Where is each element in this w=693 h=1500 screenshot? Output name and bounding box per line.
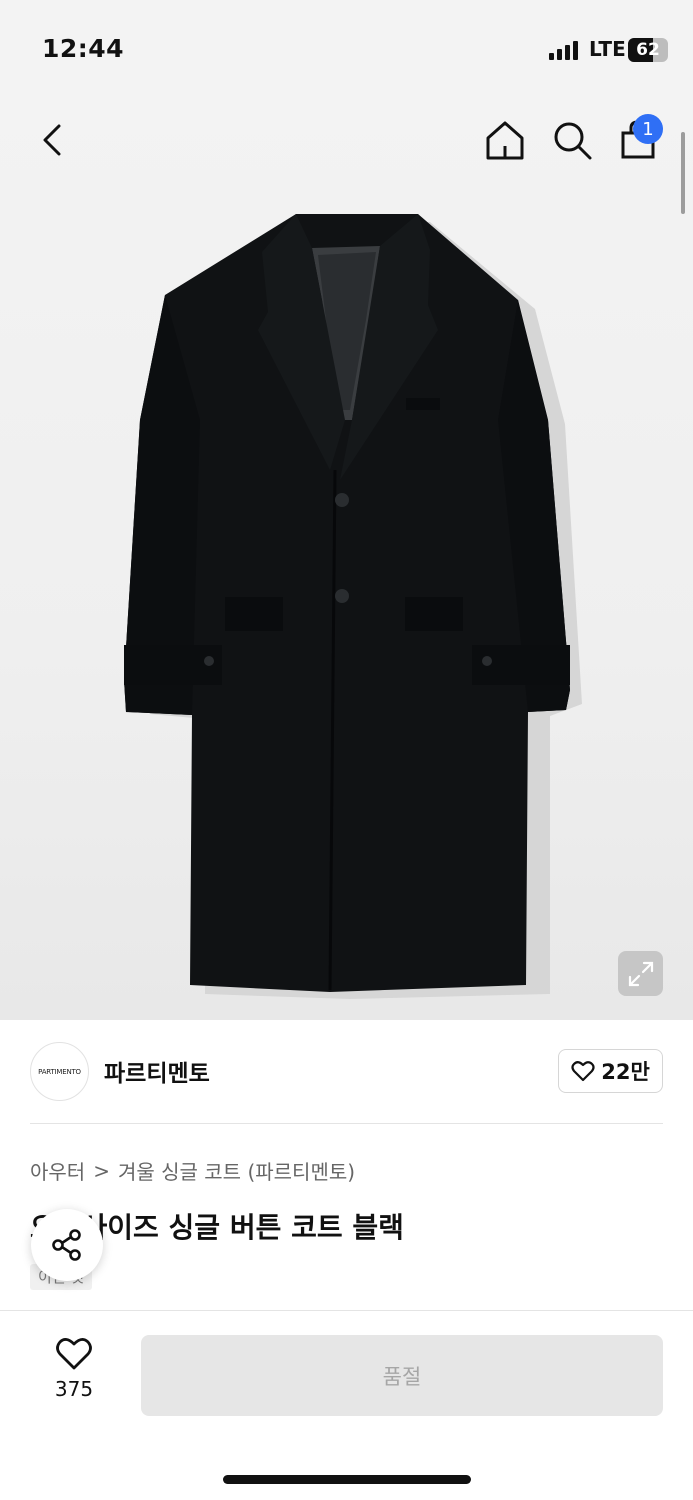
share-button[interactable] [31,1209,103,1281]
coat-illustration [124,214,582,999]
expand-icon [628,961,653,986]
chevron-left-icon [43,124,61,156]
home-button[interactable] [482,117,528,163]
network-label: LTE [589,37,626,61]
status-bar: 12:44 LTE 62 [0,0,693,100]
brand-like-count: 22만 [601,1060,650,1084]
share-icon [52,1229,81,1261]
status-time: 12:44 [42,34,125,63]
search-button[interactable] [549,117,595,163]
divider [30,1123,663,1124]
brand-like-button[interactable]: 22만 [558,1049,663,1093]
search-icon [554,122,592,160]
like-button[interactable]: 375 [40,1337,108,1413]
home-icon [486,121,524,160]
brand-logo[interactable]: PARTIMENTO [30,1042,89,1101]
home-indicator[interactable] [223,1475,471,1484]
soldout-button[interactable]: 품절 [141,1335,663,1416]
expand-image-button[interactable] [618,951,663,996]
battery-icon: 62 [628,38,668,62]
cart-count-badge: 1 [633,114,663,144]
breadcrumb-separator: > [93,1158,110,1183]
heart-icon [571,1061,595,1082]
breadcrumb: 아우터 > 겨울 싱글 코트 (파르티멘토) [30,1156,355,1185]
bottom-bar: 375 품절 [0,1310,693,1500]
heart-icon [56,1338,92,1370]
like-count: 375 [54,1377,94,1401]
brand-row[interactable]: PARTIMENTO 파르티멘토 22만 [0,1020,693,1124]
breadcrumb-category[interactable]: 아우터 [30,1156,85,1185]
breadcrumb-subcategory[interactable]: 겨울 싱글 코트 (파르티멘토) [118,1156,355,1185]
battery-level: 62 [636,40,660,60]
product-image[interactable] [0,100,693,1020]
scrollbar[interactable] [681,132,685,214]
back-button[interactable] [30,118,74,162]
brand-name[interactable]: 파르티멘토 [104,1054,210,1088]
signal-icon [549,40,578,60]
